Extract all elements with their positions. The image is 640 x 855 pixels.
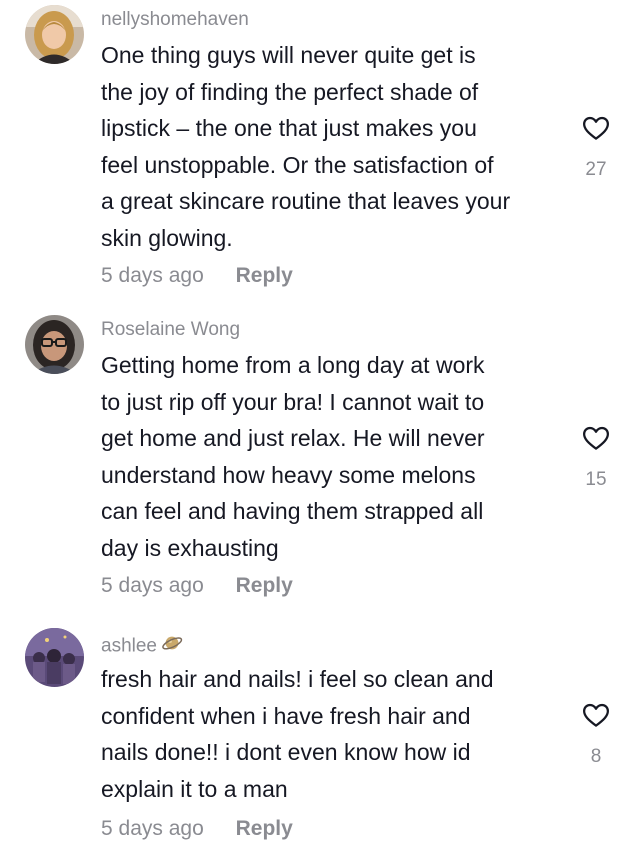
like-count: 8	[590, 746, 602, 767]
comment-timestamp: 5 days ago	[101, 264, 204, 287]
comment-timestamp: 5 days ago	[101, 574, 204, 597]
like-count: 27	[585, 159, 607, 180]
like-control[interactable]: 27	[568, 113, 624, 181]
comment-text-line: the joy of finding the perfect shade of	[101, 78, 479, 105]
ringed-planet-icon	[161, 632, 183, 661]
comment-text: Getting home from a long day at work to …	[101, 347, 561, 566]
heart-outline-icon[interactable]	[581, 700, 611, 730]
comment-text-line: get home and just relax. He will never	[101, 425, 485, 451]
comment-text: One thing guys will never quite get is t…	[101, 37, 561, 256]
comment-text-line: One thing guys will never quite get is	[101, 42, 476, 68]
avatar-image-roselaine-wong	[25, 315, 84, 374]
comment-text: fresh hair and nails! i feel so clean an…	[101, 661, 561, 807]
comment-meta: 5 days ago Reply	[101, 263, 293, 289]
comment-text-line: nails done!! i dont even know how id	[101, 739, 471, 765]
comment-text-line: explain it to a man	[101, 775, 288, 802]
avatar[interactable]	[25, 5, 84, 64]
comment-text-line: understand how heavy some melons	[101, 461, 476, 488]
comment-text-line: lipstick – the one that just makes you	[101, 115, 477, 141]
like-control[interactable]: 8	[568, 700, 624, 768]
avatar[interactable]	[25, 628, 84, 687]
reply-button[interactable]: Reply	[236, 264, 293, 287]
like-control[interactable]: 15	[568, 423, 624, 491]
comment-text-line: confident when i have fresh hair and	[101, 702, 471, 729]
comment-meta: 5 days ago Reply	[101, 573, 293, 599]
avatar[interactable]	[25, 315, 84, 374]
comment-username[interactable]: ashlee	[101, 632, 183, 661]
like-count: 15	[585, 469, 607, 490]
comment-timestamp: 5 days ago	[101, 817, 204, 840]
comment-text-line: can feel and having them strapped all	[101, 498, 484, 524]
reply-button[interactable]: Reply	[236, 574, 293, 597]
comment-text-line: Getting home from a long day at work	[101, 352, 485, 378]
reply-button[interactable]: Reply	[236, 817, 293, 840]
heart-outline-icon[interactable]	[581, 113, 611, 143]
comment-meta: 5 days ago Reply	[101, 816, 293, 842]
comment-text-line: a great skincare routine that leaves you…	[101, 188, 511, 214]
comment-text-line: skin glowing.	[101, 224, 233, 251]
comment-text-line: to just rip off your bra! I cannot wait …	[101, 388, 485, 415]
comment-text-line: feel unstoppable. Or the satisfaction of	[101, 151, 494, 178]
comment-username[interactable]: nellyshomehaven	[101, 8, 249, 32]
heart-outline-icon[interactable]	[581, 423, 611, 453]
avatar-image-nellyshomehaven	[25, 5, 84, 64]
username-text: ashlee	[101, 635, 157, 657]
avatar-image-ashlee	[25, 628, 84, 687]
comment-username[interactable]: Roselaine Wong	[101, 318, 240, 342]
comment-text-line: day is exhausting	[101, 534, 279, 561]
comment-text-line: fresh hair and nails! i feel so clean an…	[101, 666, 494, 692]
